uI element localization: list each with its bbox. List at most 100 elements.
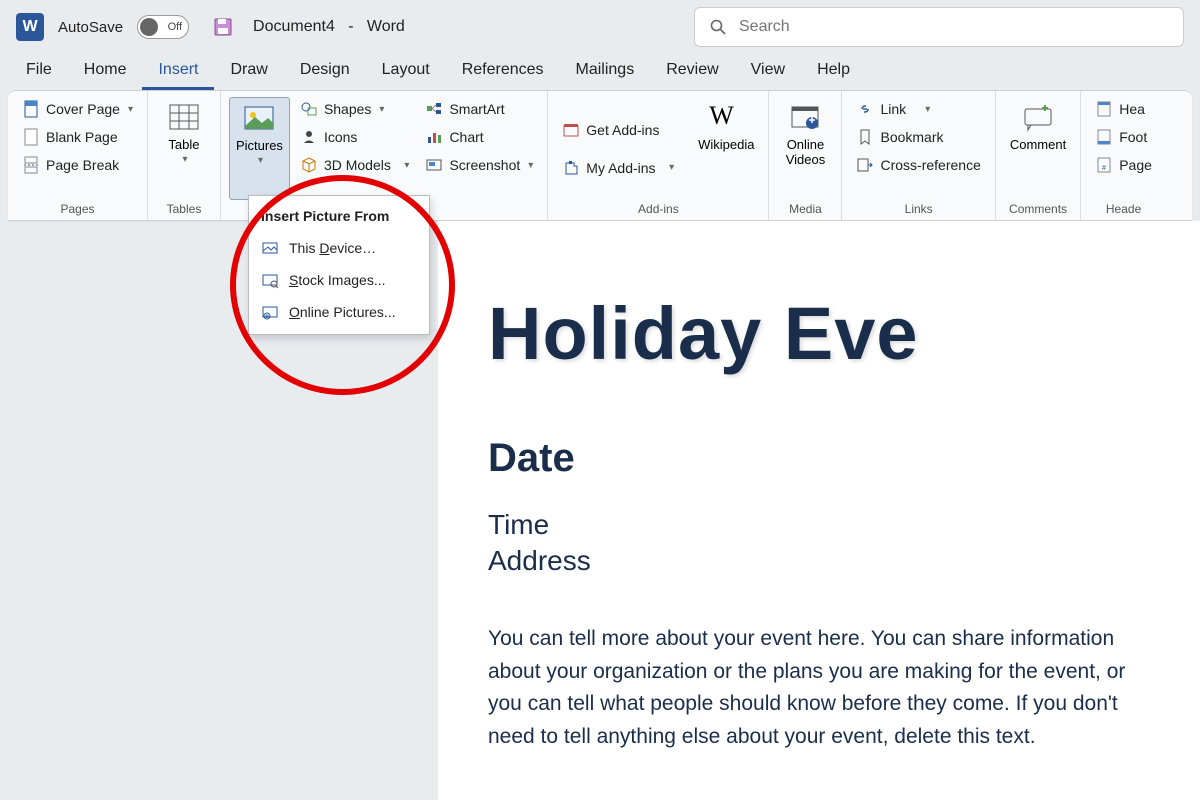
chevron-down-icon: ▾: [379, 104, 384, 115]
dropdown-stock-images[interactable]: Stock Images...: [249, 264, 429, 296]
ribbon-tabs: File Home Insert Draw Design Layout Refe…: [0, 54, 1200, 90]
document-title: Document4 - Word: [253, 18, 405, 36]
tab-home[interactable]: Home: [68, 55, 143, 90]
title-bar: W AutoSave Off Document4 - Word: [0, 0, 1200, 54]
doc-heading-address[interactable]: Address: [488, 545, 1150, 577]
chevron-down-icon: ▾: [528, 160, 533, 171]
footer-button[interactable]: Foot: [1089, 125, 1158, 149]
blank-page-icon: [22, 128, 40, 146]
group-label-tables: Tables: [156, 200, 212, 218]
smartart-button[interactable]: SmartArt: [419, 97, 539, 121]
comment-button[interactable]: Comment: [1004, 97, 1072, 200]
online-pictures-icon: [261, 303, 279, 321]
svg-text:#: #: [1102, 165, 1106, 172]
icons-icon: [300, 128, 318, 146]
page-number-button[interactable]: # Page: [1089, 153, 1158, 177]
cross-reference-button[interactable]: Cross-reference: [850, 153, 986, 177]
cover-page-button[interactable]: Cover Page▾: [16, 97, 139, 121]
search-box[interactable]: [694, 7, 1184, 47]
group-label-links: Links: [850, 200, 986, 218]
get-addins-button[interactable]: Get Add-ins: [556, 118, 680, 142]
chevron-down-icon: ▾: [399, 160, 410, 171]
tab-draw[interactable]: Draw: [214, 55, 283, 90]
pictures-dropdown: Insert Picture From This Device… Stock I…: [248, 195, 430, 335]
chart-button[interactable]: Chart: [419, 125, 539, 149]
tab-references[interactable]: References: [446, 55, 560, 90]
cover-page-icon: [22, 100, 40, 118]
search-input[interactable]: [739, 18, 1169, 36]
dropdown-this-device[interactable]: This Device…: [249, 232, 429, 264]
group-addins: Get Add-ins My Add-ins ▾ W Wikipedia Add…: [548, 91, 769, 220]
link-icon: [856, 100, 874, 118]
page-break-button[interactable]: Page Break: [16, 153, 139, 177]
chevron-down-icon: ▾: [182, 154, 187, 165]
page-break-icon: [22, 156, 40, 174]
online-videos-button[interactable]: Online Videos: [777, 97, 833, 200]
header-button[interactable]: Hea: [1089, 97, 1158, 121]
link-button[interactable]: Link ▾: [850, 97, 986, 121]
screenshot-button[interactable]: Screenshot▾: [419, 153, 539, 177]
group-headerfooter: Hea Foot # Page Heade: [1081, 91, 1166, 220]
group-tables: Table ▾ Tables: [148, 91, 221, 220]
group-comments: Comment Comments: [996, 91, 1081, 220]
my-addins-button[interactable]: My Add-ins ▾: [556, 156, 680, 180]
dropdown-online-pictures[interactable]: Online Pictures...: [249, 296, 429, 328]
shapes-icon: [300, 100, 318, 118]
tab-design[interactable]: Design: [284, 55, 366, 90]
3d-models-button[interactable]: 3D Models ▾: [294, 153, 416, 177]
search-icon: [709, 18, 727, 36]
toggle-state: Off: [168, 21, 182, 33]
tab-mailings[interactable]: Mailings: [560, 55, 651, 90]
addins-icon: [562, 159, 580, 177]
blank-page-button[interactable]: Blank Page: [16, 125, 139, 149]
bookmark-icon: [856, 128, 874, 146]
dropdown-title: Insert Picture From: [249, 202, 429, 232]
tab-help[interactable]: Help: [801, 55, 866, 90]
wikipedia-button[interactable]: W Wikipedia: [692, 97, 760, 200]
group-media: Online Videos Media: [769, 91, 842, 220]
autosave-label: AutoSave: [58, 19, 123, 36]
shapes-button[interactable]: Shapes▾: [294, 97, 416, 121]
video-icon: [788, 101, 822, 135]
chevron-down-icon: ▾: [258, 155, 263, 166]
group-label-comments: Comments: [1004, 200, 1072, 218]
icons-button[interactable]: Icons: [294, 125, 416, 149]
tab-review[interactable]: Review: [650, 55, 734, 90]
header-icon: [1095, 100, 1113, 118]
chevron-down-icon: ▾: [128, 104, 133, 115]
group-pages: Cover Page▾ Blank Page Page Break Pages: [8, 91, 148, 220]
group-label-headerfooter: Heade: [1089, 200, 1158, 218]
xref-icon: [856, 156, 874, 174]
footer-icon: [1095, 128, 1113, 146]
word-logo-icon: W: [16, 13, 44, 41]
group-links: Link ▾ Bookmark Cross-reference Links: [842, 91, 995, 220]
group-label-media: Media: [777, 200, 833, 218]
wikipedia-icon: W: [709, 101, 743, 135]
tab-layout[interactable]: Layout: [366, 55, 446, 90]
table-icon: [167, 101, 201, 135]
bookmark-button[interactable]: Bookmark: [850, 125, 986, 149]
tab-view[interactable]: View: [735, 55, 801, 90]
device-icon: [261, 239, 279, 257]
toggle-knob-icon: [140, 18, 158, 36]
page-number-icon: #: [1095, 156, 1113, 174]
doc-body-text[interactable]: You can tell more about your event here.…: [488, 623, 1150, 753]
table-button[interactable]: Table ▾: [156, 97, 212, 200]
group-label-pages: Pages: [16, 200, 139, 218]
cube-icon: [300, 156, 318, 174]
comment-icon: [1021, 101, 1055, 135]
screenshot-icon: [425, 156, 443, 174]
doc-heading-title[interactable]: Holiday Eve: [488, 291, 1150, 376]
stock-images-icon: [261, 271, 279, 289]
chevron-down-icon: ▾: [664, 162, 675, 173]
tab-file[interactable]: File: [10, 55, 68, 90]
tab-insert[interactable]: Insert: [142, 55, 214, 90]
chart-icon: [425, 128, 443, 146]
save-icon[interactable]: [213, 17, 233, 37]
doc-heading-time[interactable]: Time: [488, 509, 1150, 541]
doc-heading-date[interactable]: Date: [488, 436, 1150, 481]
pictures-button[interactable]: Pictures ▾: [229, 97, 290, 200]
document-canvas[interactable]: Holiday Eve Date Time Address You can te…: [438, 221, 1200, 800]
autosave-toggle[interactable]: Off: [137, 15, 189, 39]
store-icon: [562, 121, 580, 139]
